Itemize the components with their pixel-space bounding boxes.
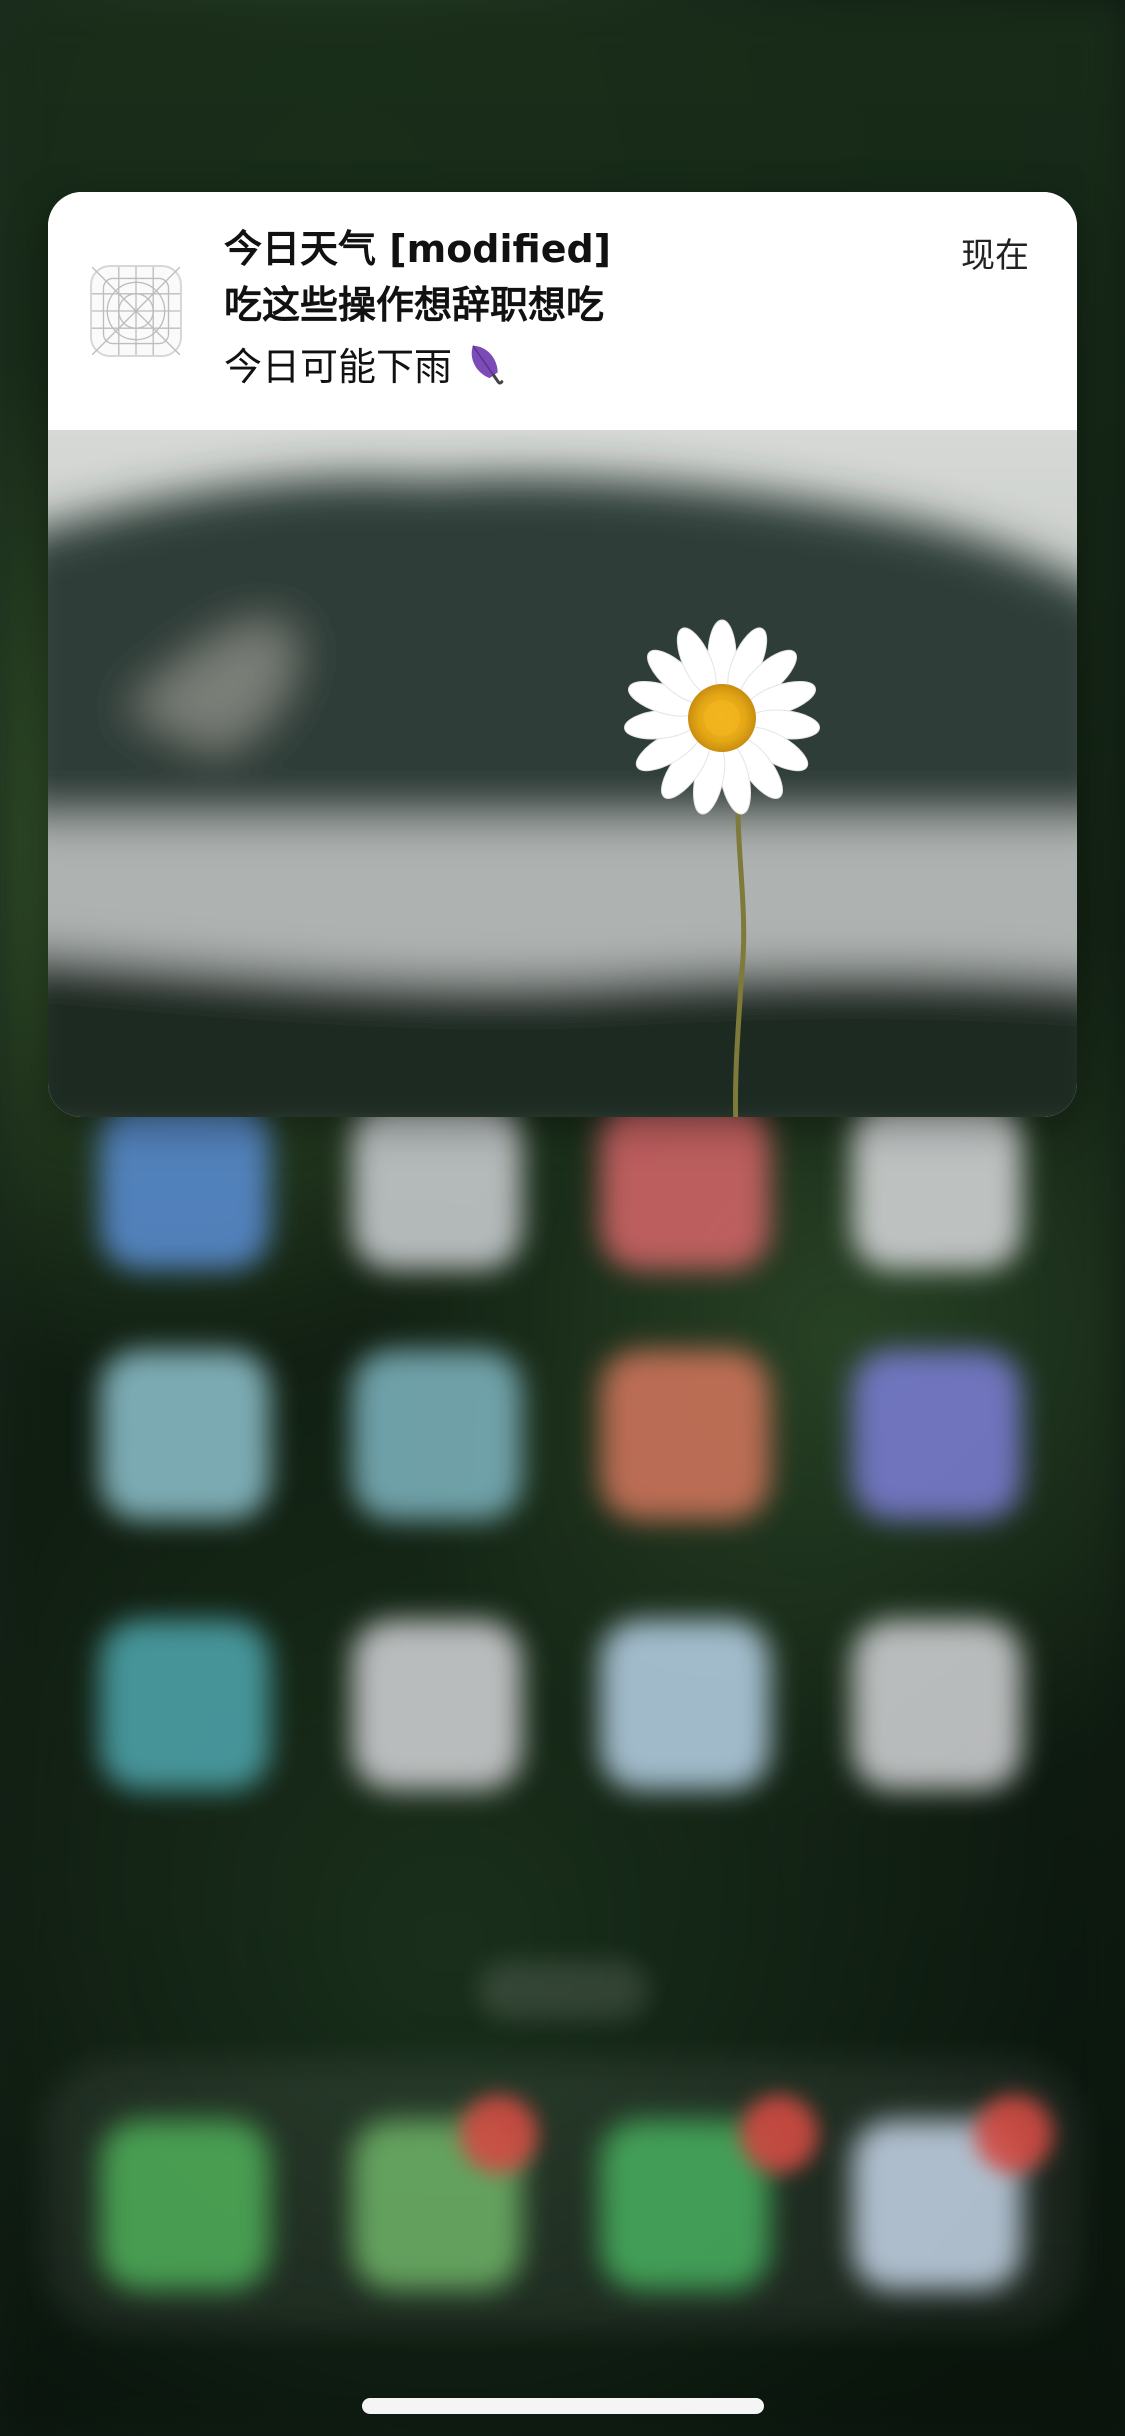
notification-badge xyxy=(460,2095,538,2173)
app-icon-blurred[interactable] xyxy=(100,1350,270,1520)
app-icon-blurred[interactable] xyxy=(600,1350,770,1520)
notification-subtitle: 吃这些操作想辞职想吃 xyxy=(224,283,605,327)
notification-badge xyxy=(975,2095,1053,2173)
notification-body: 今日可能下雨 xyxy=(224,336,512,394)
app-icon-blurred[interactable] xyxy=(352,1350,522,1520)
app-icon-blurred[interactable] xyxy=(852,1350,1022,1520)
app-icon-blurred[interactable] xyxy=(352,1620,522,1790)
dock-app-phone[interactable] xyxy=(100,2120,270,2290)
home-indicator[interactable] xyxy=(362,2398,764,2414)
notification-title: 今日天气 [modified] xyxy=(224,227,612,271)
app-icon-blurred[interactable] xyxy=(600,1620,770,1790)
notification-header: 今日天气 [modified] 吃这些操作想辞职想吃 今日可能下雨 现在 xyxy=(48,192,1077,430)
notification-badge xyxy=(740,2095,818,2173)
notification-card[interactable]: 今日天气 [modified] 吃这些操作想辞职想吃 今日可能下雨 现在 xyxy=(48,192,1077,1117)
notification-body-text: 今日可能下雨 xyxy=(224,345,453,389)
notification-time: 现在 xyxy=(961,236,1029,276)
app-placeholder-grid-icon xyxy=(90,265,182,357)
umbrella-icon xyxy=(458,336,512,390)
app-icon-blurred[interactable] xyxy=(852,1100,1022,1270)
app-icon-blurred[interactable] xyxy=(352,1100,522,1270)
app-icon-blurred[interactable] xyxy=(100,1100,270,1270)
app-icon-blurred[interactable] xyxy=(600,1100,770,1270)
daisy-photo-image xyxy=(48,430,1077,1117)
app-icon-blurred[interactable] xyxy=(852,1620,1022,1790)
page-indicator xyxy=(478,1960,648,2020)
app-icon-blurred[interactable] xyxy=(100,1620,270,1790)
